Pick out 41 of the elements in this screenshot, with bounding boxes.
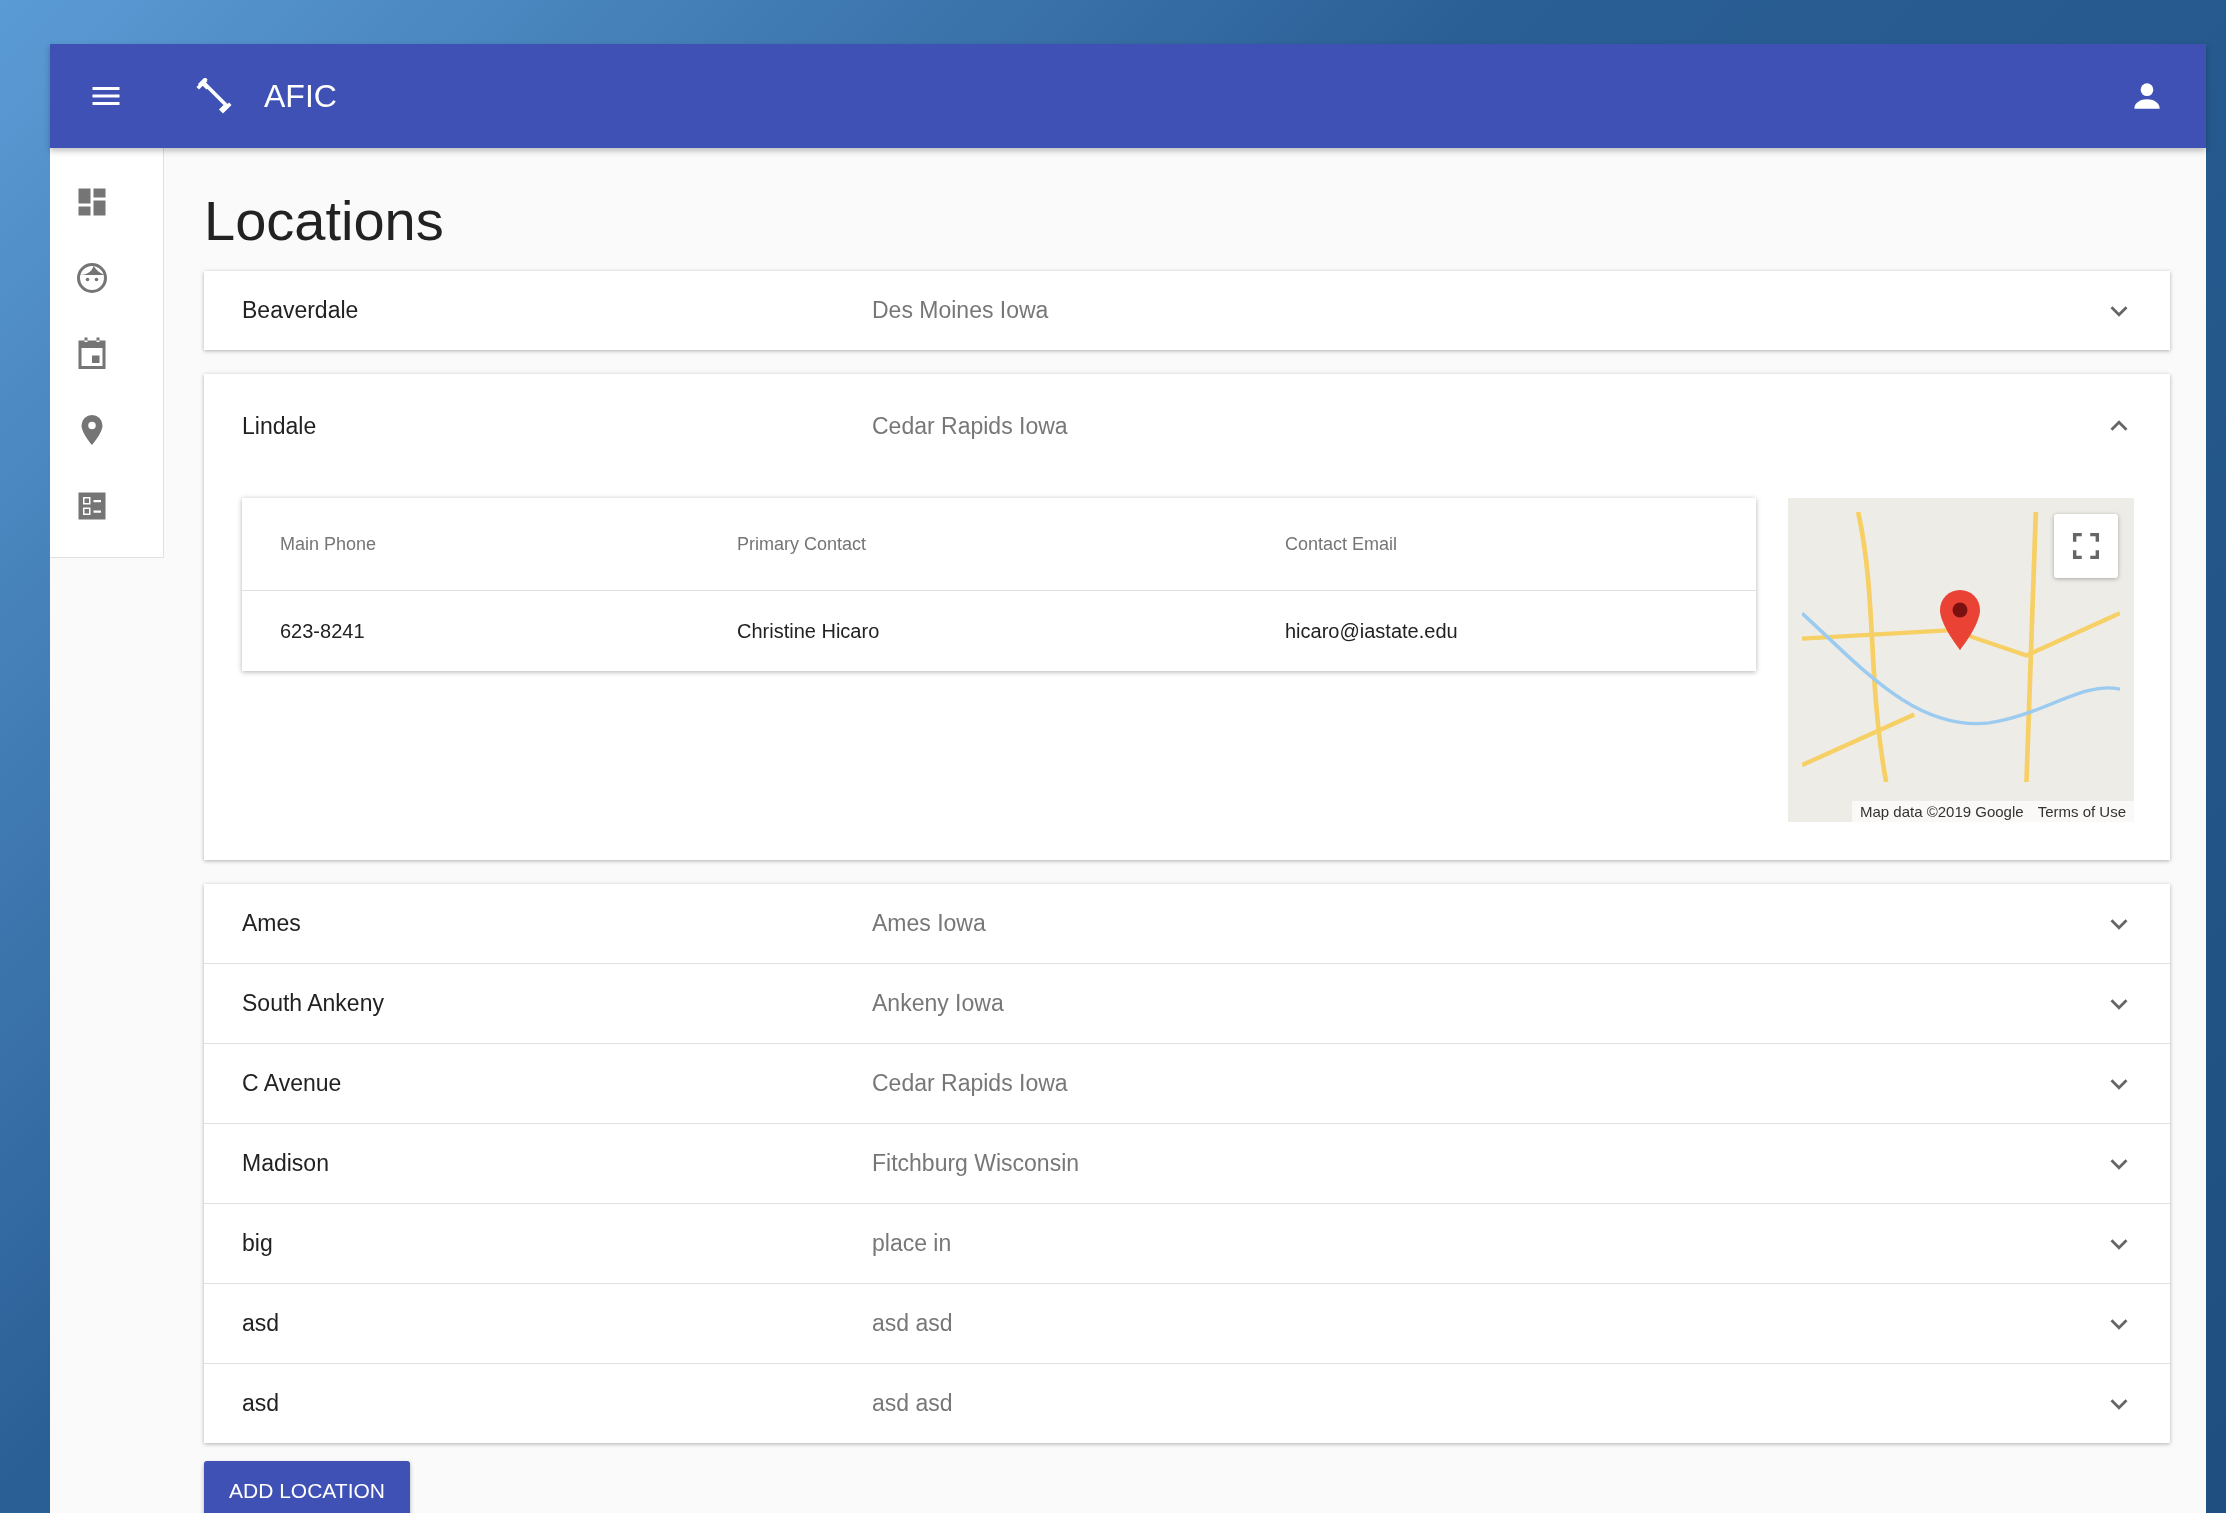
location-city: Cedar Rapids Iowa <box>872 412 1068 440</box>
location-name: asd <box>242 1390 281 1417</box>
add-location-button[interactable]: ADD LOCATION <box>204 1461 410 1513</box>
location-panel[interactable]: big place in <box>204 1204 2170 1284</box>
location-city: Ankeny Iowa <box>872 990 1004 1017</box>
fullscreen-button[interactable] <box>2054 514 2118 578</box>
map-pin-icon <box>1940 590 1980 650</box>
table-cell-text: 623-8241 <box>280 619 366 643</box>
location-panel[interactable]: asd asd asd <box>204 1364 2170 1443</box>
location-name: South Ankeny <box>242 990 385 1017</box>
dumbbell-icon <box>196 78 232 114</box>
location-name: big <box>242 1230 274 1257</box>
location-city: Ames Iowa <box>872 910 986 937</box>
location-name: C Avenue <box>242 1070 343 1097</box>
column-header: Contact Email <box>1285 533 1399 555</box>
location-city: place in <box>872 1230 952 1257</box>
location-panel[interactable]: Beaverdale Des Moines Iowa <box>204 271 2170 350</box>
map-attribution: Map data ©2019 Google <box>1859 803 2024 820</box>
location-name: Ames <box>242 910 302 937</box>
page-title: Locations <box>204 188 445 253</box>
location-city: Des Moines Iowa <box>872 297 1049 324</box>
location-panel[interactable]: Lindale Cedar Rapids Iowa Main Phone Primary Contact Contact Email 623-8241 Christine Hicaro hicaro@iastate.edu Map data ©2019 Google Terms of Use <box>204 374 2170 860</box>
location-city: Cedar Rapids Iowa <box>872 1070 1068 1097</box>
location-panel[interactable]: South Ankeny Ankeny Iowa <box>204 964 2170 1044</box>
location-city: asd asd <box>872 1390 953 1417</box>
location-name: asd <box>242 1310 281 1337</box>
table-cell-text: Christine Hicaro <box>737 619 881 643</box>
location-name: Madison <box>242 1150 330 1177</box>
location-panel[interactable]: Ames Ames Iowa <box>204 884 2170 964</box>
location-panel[interactable]: C Avenue Cedar Rapids Iowa <box>204 1044 2170 1124</box>
location-name: Lindale <box>242 412 318 440</box>
column-header: Primary Contact <box>737 533 868 555</box>
terms-link[interactable]: Terms of Use <box>2037 803 2126 820</box>
location-city: asd asd <box>872 1310 953 1337</box>
table-cell-text: hicaro@iastate.edu <box>1285 619 1459 643</box>
location-name: Beaverdale <box>242 297 360 324</box>
location-panel[interactable]: Madison Fitchburg Wisconsin <box>204 1124 2170 1204</box>
location-city: Fitchburg Wisconsin <box>872 1150 1080 1177</box>
app-title: AFIC <box>264 77 337 115</box>
column-header: Main Phone <box>280 533 378 555</box>
location-panel[interactable]: asd asd asd <box>204 1284 2170 1364</box>
